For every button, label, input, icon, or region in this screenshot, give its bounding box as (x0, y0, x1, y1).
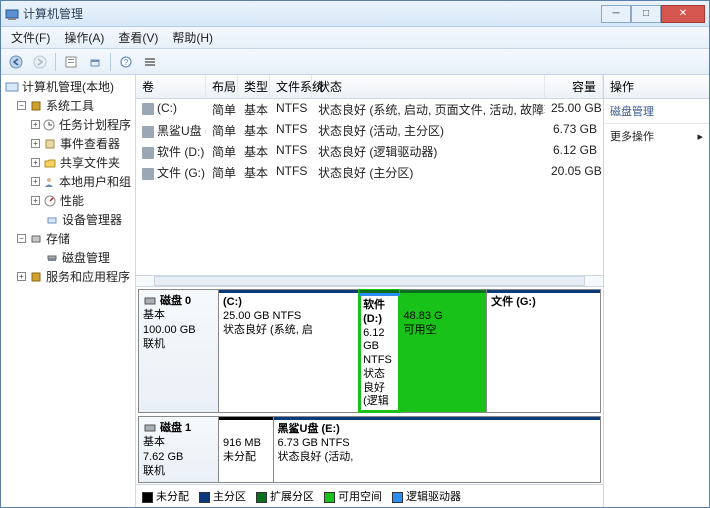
partition-free[interactable]: 48.83 G可用空 (400, 290, 488, 412)
window-controls: ─ □ ✕ (601, 5, 705, 23)
actions-more[interactable]: 更多操作▸ (604, 124, 709, 148)
menu-view[interactable]: 查看(V) (112, 27, 164, 48)
actions-header: 操作 (604, 75, 709, 99)
svg-text:?: ? (124, 58, 129, 67)
disk-row-1: 磁盘 1 基本 7.62 GB 联机 916 MB未分配 黑鲨U盘 (E:)6.… (138, 416, 601, 483)
col-volume[interactable]: 卷 (136, 75, 206, 98)
partition-d[interactable]: 软件 (D:)6.12 GB NTFS状态良好 (逻辑 (359, 290, 399, 412)
properties-button[interactable] (60, 51, 82, 73)
disk-0-label[interactable]: 磁盘 0 基本 100.00 GB 联机 (139, 290, 219, 412)
legend-extended-icon (256, 492, 267, 503)
body: 计算机管理(本地) −系统工具 +任务计划程序 +事件查看器 +共享文件夹 +本… (1, 75, 709, 507)
app-icon (5, 7, 19, 21)
tree-system-tools[interactable]: −系统工具 (3, 96, 133, 115)
legend-unallocated-icon (142, 492, 153, 503)
volume-row[interactable]: (C:)简单基本NTFS状态良好 (系统, 启动, 页面文件, 活动, 故障转储… (136, 99, 603, 120)
actions-pane: 操作 磁盘管理 更多操作▸ (604, 75, 709, 507)
view-list-button[interactable] (139, 51, 161, 73)
chevron-right-icon: ▸ (697, 130, 703, 143)
tree-device-manager[interactable]: 设备管理器 (3, 210, 133, 229)
scrollbar-horizontal[interactable] (154, 276, 585, 286)
maximize-button[interactable]: □ (631, 5, 661, 23)
partition-c[interactable]: (C:)25.00 GB NTFS状态良好 (系统, 启 (219, 290, 359, 412)
expand-icon[interactable]: + (31, 196, 40, 205)
col-layout[interactable]: 布局 (206, 75, 238, 98)
partition-unallocated[interactable]: 916 MB未分配 (219, 417, 274, 482)
expand-icon[interactable]: + (17, 272, 26, 281)
center-pane: 卷 布局 类型 文件系统 状态 容量 (C:)简单基本NTFS状态良好 (系统,… (136, 75, 604, 507)
collapse-icon[interactable]: − (17, 101, 26, 110)
col-type[interactable]: 类型 (238, 75, 270, 98)
volume-rows[interactable]: (C:)简单基本NTFS状态良好 (系统, 启动, 页面文件, 活动, 故障转储… (136, 99, 603, 275)
partition-g[interactable]: 文件 (G:) (487, 290, 600, 412)
nav-back-button[interactable] (5, 51, 27, 73)
tree-root[interactable]: 计算机管理(本地) (3, 77, 133, 96)
tree-performance[interactable]: +性能 (3, 191, 133, 210)
menu-help[interactable]: 帮助(H) (166, 27, 219, 48)
volume-row[interactable]: 黑鲨U盘 (E:)简单基本NTFS状态良好 (活动, 主分区)6.73 GB (136, 120, 603, 141)
tree-disk-management[interactable]: 磁盘管理 (3, 248, 133, 267)
col-fs[interactable]: 文件系统 (270, 75, 312, 98)
toolbar: ? (1, 49, 709, 75)
expand-icon[interactable]: + (31, 177, 40, 186)
volume-list: 卷 布局 类型 文件系统 状态 容量 (C:)简单基本NTFS状态良好 (系统,… (136, 75, 603, 275)
legend-primary-icon (199, 492, 210, 503)
legend-free-icon (324, 492, 335, 503)
minimize-button[interactable]: ─ (601, 5, 631, 23)
disk-1-label[interactable]: 磁盘 1 基本 7.62 GB 联机 (139, 417, 219, 482)
actions-disk-mgmt[interactable]: 磁盘管理 (604, 99, 709, 124)
toolbar-sep (55, 53, 56, 71)
window-title: 计算机管理 (19, 5, 601, 22)
tree-services[interactable]: +服务和应用程序 (3, 267, 133, 286)
volume-icon (142, 126, 154, 138)
splitter[interactable] (136, 275, 603, 287)
expand-icon[interactable]: + (31, 120, 40, 129)
menu-bar: 文件(F) 操作(A) 查看(V) 帮助(H) (1, 27, 709, 49)
tree-storage[interactable]: −存储 (3, 229, 133, 248)
tree-pane[interactable]: 计算机管理(本地) −系统工具 +任务计划程序 +事件查看器 +共享文件夹 +本… (1, 75, 136, 507)
help-button[interactable]: ? (115, 51, 137, 73)
volume-icon (142, 168, 154, 180)
collapse-icon[interactable]: − (17, 234, 26, 243)
expand-icon[interactable]: + (31, 158, 40, 167)
tree-task-scheduler[interactable]: +任务计划程序 (3, 115, 133, 134)
expand-icon[interactable]: + (31, 139, 40, 148)
close-button[interactable]: ✕ (661, 5, 705, 23)
partition-e[interactable]: 黑鲨U盘 (E:)6.73 GB NTFS状态良好 (活动, (274, 417, 601, 482)
col-capacity[interactable]: 容量 (545, 75, 603, 98)
disk-row-0: 磁盘 0 基本 100.00 GB 联机 (C:)25.00 GB NTFS状态… (138, 289, 601, 413)
tree-event-viewer[interactable]: +事件查看器 (3, 134, 133, 153)
toolbar-sep (110, 53, 111, 71)
menu-file[interactable]: 文件(F) (5, 27, 56, 48)
nav-forward-button[interactable] (29, 51, 51, 73)
tree-local-users[interactable]: +本地用户和组 (3, 172, 133, 191)
disk-icon (143, 294, 157, 308)
legend: 未分配 主分区 扩展分区 可用空间 逻辑驱动器 (136, 484, 603, 507)
disk-icon (143, 421, 157, 435)
volume-icon (142, 103, 154, 115)
volume-row[interactable]: 文件 (G:)简单基本NTFS状态良好 (主分区)20.05 GB (136, 162, 603, 183)
title-bar: 计算机管理 ─ □ ✕ (1, 1, 709, 27)
disk-map: 磁盘 0 基本 100.00 GB 联机 (C:)25.00 GB NTFS状态… (136, 287, 603, 484)
tree-shared-folders[interactable]: +共享文件夹 (3, 153, 133, 172)
col-status[interactable]: 状态 (312, 75, 545, 98)
refresh-button[interactable] (84, 51, 106, 73)
volume-icon (142, 147, 154, 159)
volume-header: 卷 布局 类型 文件系统 状态 容量 (136, 75, 603, 99)
legend-logical-icon (392, 492, 403, 503)
menu-action[interactable]: 操作(A) (58, 27, 110, 48)
volume-row[interactable]: 软件 (D:)简单基本NTFS状态良好 (逻辑驱动器)6.12 GB (136, 141, 603, 162)
app-window: 计算机管理 ─ □ ✕ 文件(F) 操作(A) 查看(V) 帮助(H) ? 计算… (0, 0, 710, 508)
